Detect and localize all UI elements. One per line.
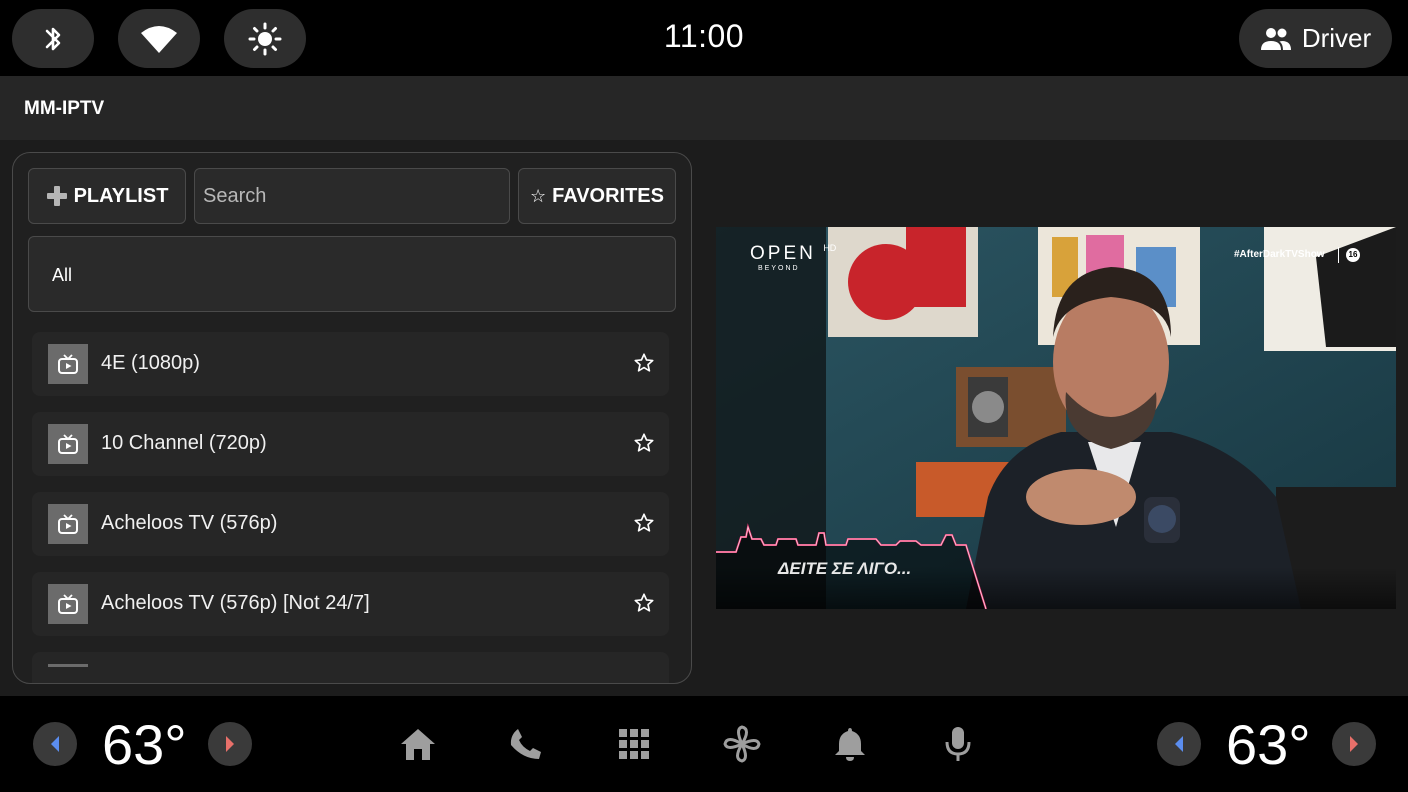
- video-caption: ΔΕΙΤΕ ΣΕ ΛΙΓΟ...: [778, 559, 912, 578]
- left-temp-decrease-button[interactable]: [33, 722, 77, 766]
- channel-thumbnail: [48, 664, 88, 667]
- profile-label: Driver: [1301, 23, 1372, 53]
- channel-item[interactable]: 10 Channel (720p): [32, 412, 669, 476]
- clock: 11:00: [663, 18, 745, 54]
- app-bar: MM-IPTV: [0, 76, 1408, 140]
- group-filter-select[interactable]: All: [28, 236, 676, 312]
- playlist-label: PLAYLIST: [73, 184, 169, 207]
- channel-thumbnail: [48, 584, 88, 624]
- channel-thumbnail: [48, 344, 88, 384]
- age-rating: 16: [1346, 248, 1360, 262]
- favorite-star-icon[interactable]: [633, 352, 655, 374]
- favorites-button[interactable]: ☆ FAVORITES: [518, 168, 676, 224]
- live-tv-icon: [58, 594, 78, 614]
- right-temp-decrease-button[interactable]: [1157, 722, 1201, 766]
- logo-sub: BEYOND: [758, 265, 800, 272]
- video-frame: [716, 227, 1396, 609]
- notifications-button[interactable]: [830, 724, 870, 764]
- home-button[interactable]: [398, 724, 438, 764]
- rating-badge: [1338, 247, 1339, 263]
- channel-item-partial[interactable]: [32, 652, 669, 683]
- system-nav-bar: 63° 63°: [0, 696, 1408, 792]
- channel-item[interactable]: 4E (1080p): [32, 332, 669, 396]
- channel-name: Acheloos TV (576p): [101, 512, 278, 534]
- status-bar: 11:00 Driver: [0, 0, 1408, 76]
- apps-button[interactable]: [614, 724, 654, 764]
- add-playlist-button[interactable]: PLAYLIST: [28, 168, 186, 224]
- show-hashtag: #AfterDarkTVShow: [1234, 249, 1325, 260]
- channel-name: 4E (1080p): [101, 352, 200, 374]
- channel-panel: PLAYLIST ☆ FAVORITES All 4E (1080p): [12, 152, 692, 684]
- video-player[interactable]: OPEN HD BEYOND #AfterDarkTVShow 16 ΔΕΙΤΕ…: [716, 227, 1396, 609]
- live-tv-icon: [58, 354, 78, 374]
- live-tv-icon: [58, 514, 78, 534]
- chevron-right-icon: [226, 736, 234, 752]
- fan-button[interactable]: [722, 724, 762, 764]
- channel-item[interactable]: Acheloos TV (576p) [Not 24/7]: [32, 572, 669, 636]
- favorite-star-icon[interactable]: [633, 432, 655, 454]
- right-temp-increase-button[interactable]: [1332, 722, 1376, 766]
- left-temperature: 63°: [102, 713, 187, 776]
- logo-hd: HD: [823, 243, 837, 253]
- group-filter-value: All: [52, 265, 73, 285]
- channel-name: Acheloos TV (576p) [Not 24/7]: [101, 592, 370, 614]
- phone-button[interactable]: [506, 724, 546, 764]
- favorite-star-icon[interactable]: [633, 592, 655, 614]
- voice-button[interactable]: [938, 724, 978, 764]
- chevron-left-icon: [1175, 736, 1183, 752]
- channel-item[interactable]: Acheloos TV (576p): [32, 492, 669, 556]
- right-temperature: 63°: [1226, 713, 1311, 776]
- profile-button[interactable]: Driver: [1239, 9, 1392, 68]
- microphone-icon: [945, 727, 971, 761]
- left-temp-increase-button[interactable]: [208, 722, 252, 766]
- bell-icon: [835, 728, 865, 761]
- search-input[interactable]: [194, 168, 510, 224]
- plus-icon: [46, 186, 67, 206]
- channel-name: 10 Channel (720p): [101, 432, 267, 454]
- favorites-label: FAVORITES: [552, 184, 664, 207]
- star-outline-icon: ☆: [529, 185, 547, 206]
- channel-thumbnail: [48, 424, 88, 464]
- content-area: PLAYLIST ☆ FAVORITES All 4E (1080p): [0, 140, 1408, 696]
- fan-icon: [723, 725, 761, 763]
- chevron-left-icon: [51, 736, 59, 752]
- app-title: MM-IPTV: [24, 98, 105, 119]
- phone-icon: [510, 729, 541, 759]
- live-tv-icon: [58, 434, 78, 454]
- apps-grid-icon: [619, 729, 649, 759]
- favorite-star-icon[interactable]: [633, 512, 655, 534]
- people-icon: [1260, 27, 1291, 50]
- home-icon: [401, 729, 435, 760]
- logo-text: OPEN: [750, 243, 816, 264]
- chevron-right-icon: [1350, 736, 1358, 752]
- channel-logo: OPEN HD BEYOND: [750, 243, 836, 272]
- channel-thumbnail: [48, 504, 88, 544]
